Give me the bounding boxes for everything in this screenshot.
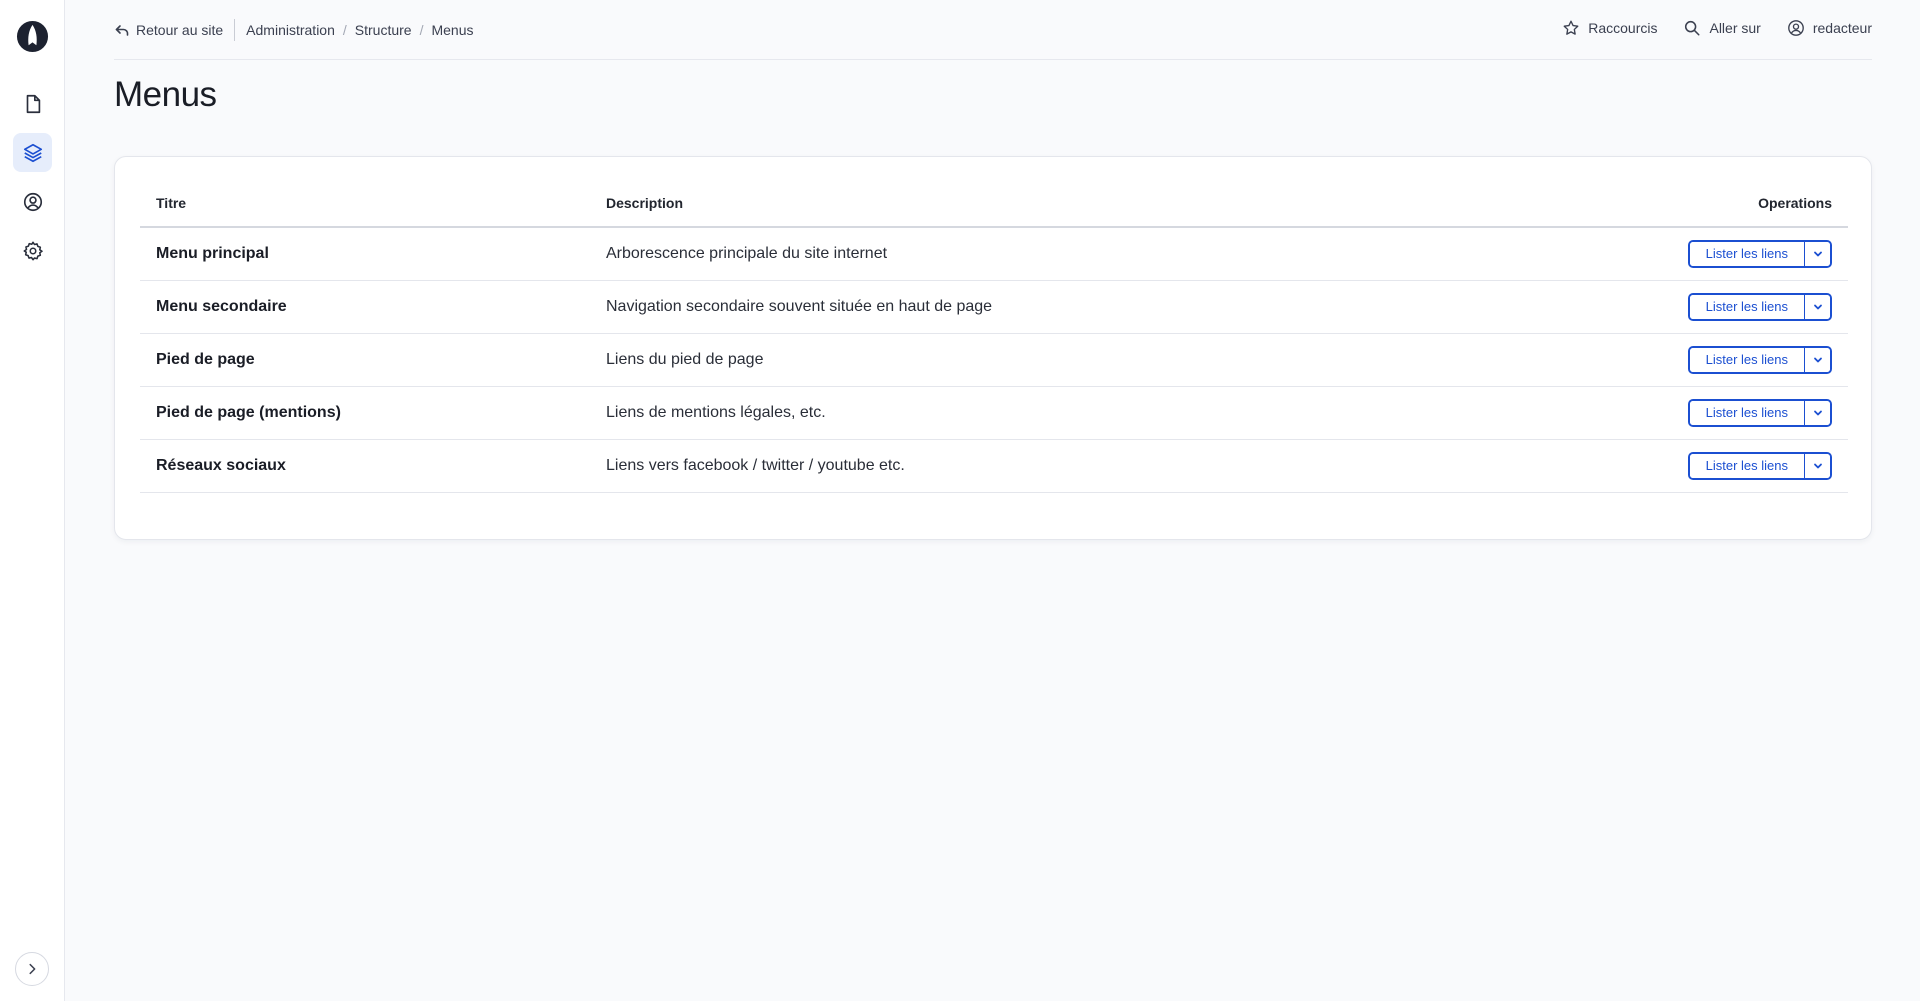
goto-button[interactable]: Aller sur [1683,19,1761,37]
back-to-site-label: Retour au site [136,22,224,38]
chevron-down-icon [1813,357,1822,362]
operations-cell: Lister les liens [1474,439,1848,493]
menu-title: Menu secondaire [140,280,590,334]
operations-cell: Lister les liens [1474,386,1848,440]
operations-split-button: Lister les liens [1687,345,1832,374]
return-arrow-icon [115,25,129,36]
table-row: Pied de page Liens du pied de page Liste… [140,333,1848,387]
column-header-title[interactable]: Titre [140,179,590,228]
sidebar [0,0,65,1001]
list-links-button[interactable]: Lister les liens [1689,294,1804,319]
back-to-site-link[interactable]: Retour au site [114,22,223,38]
menus-table: Titre Description Operations Menu princi… [140,179,1848,493]
menu-description: Navigation secondaire souvent située en … [590,280,1475,334]
user-circle-icon [1787,20,1804,36]
chevron-down-icon [1813,251,1822,257]
breadcrumb-separator: / [419,22,424,38]
list-links-button[interactable]: Lister les liens [1689,453,1804,478]
breadcrumb-menus[interactable]: Menus [431,22,473,38]
operations-dropdown-toggle[interactable] [1804,400,1830,425]
menu-description: Liens vers facebook / twitter / youtube … [590,439,1475,493]
column-header-operations: Operations [1474,179,1848,228]
chevron-down-icon [1813,463,1822,468]
menu-description: Arborescence principale du site internet [590,227,1475,281]
operations-split-button: Lister les liens [1687,292,1832,321]
structure-layers-icon[interactable] [13,133,52,172]
menu-title: Pied de page (mentions) [140,386,590,440]
operations-dropdown-toggle[interactable] [1804,453,1830,478]
table-row: Pied de page (mentions) Liens de mention… [140,386,1848,440]
star-icon [1563,20,1579,35]
user-menu-button[interactable]: redacteur [1787,19,1872,37]
breadcrumb-administration[interactable]: Administration [246,22,335,38]
config-gear-icon[interactable] [13,231,52,270]
breadcrumb-separator: / [342,22,347,38]
operations-split-button: Lister les liens [1687,398,1832,427]
page-title: Menus [114,75,217,114]
list-links-button[interactable]: Lister les liens [1689,400,1804,425]
breadcrumb-divider [234,19,236,41]
people-user-circle-icon[interactable] [13,182,52,221]
table-row: Menu secondaire Navigation secondaire so… [140,280,1848,334]
table-row: Menu principal Arborescence principale d… [140,227,1848,281]
operations-dropdown-toggle[interactable] [1804,241,1830,266]
menu-title: Pied de page [140,333,590,387]
menu-title: Menu principal [140,227,590,281]
menu-description: Liens du pied de page [590,333,1475,387]
chevron-down-icon [1813,410,1822,415]
rocket-logo-icon[interactable] [16,20,49,53]
list-links-button[interactable]: Lister les liens [1689,241,1804,266]
operations-cell: Lister les liens [1474,333,1848,387]
expand-sidebar-button[interactable] [15,952,49,986]
column-header-description[interactable]: Description [590,179,1475,228]
list-links-button[interactable]: Lister les liens [1689,347,1804,372]
chevron-right-icon [29,963,36,975]
top-actions: Raccourcis Aller sur redacteur [1562,19,1872,37]
table-row: Réseaux sociaux Liens vers facebook / tw… [140,439,1848,493]
breadcrumb: Retour au site Administration / Structur… [114,19,474,41]
operations-split-button: Lister les liens [1687,451,1832,480]
search-icon [1685,20,1700,36]
chevron-down-icon [1813,304,1822,309]
operations-cell: Lister les liens [1474,227,1848,281]
breadcrumb-structure[interactable]: Structure [355,22,412,38]
username-label: redacteur [1812,20,1872,36]
operations-cell: Lister les liens [1474,280,1848,334]
shortcuts-label: Raccourcis [1588,20,1658,36]
goto-label: Aller sur [1709,20,1761,36]
shortcuts-button[interactable]: Raccourcis [1562,19,1657,37]
content-file-icon[interactable] [13,84,52,123]
operations-split-button: Lister les liens [1687,239,1832,268]
topbar: Retour au site Administration / Structur… [114,0,1872,60]
menus-card: Titre Description Operations Menu princi… [114,156,1872,540]
menu-description: Liens de mentions légales, etc. [590,386,1475,440]
operations-dropdown-toggle[interactable] [1804,347,1830,372]
operations-dropdown-toggle[interactable] [1804,294,1830,319]
table-header-row: Titre Description Operations [140,179,1848,228]
menu-title: Réseaux sociaux [140,439,590,493]
